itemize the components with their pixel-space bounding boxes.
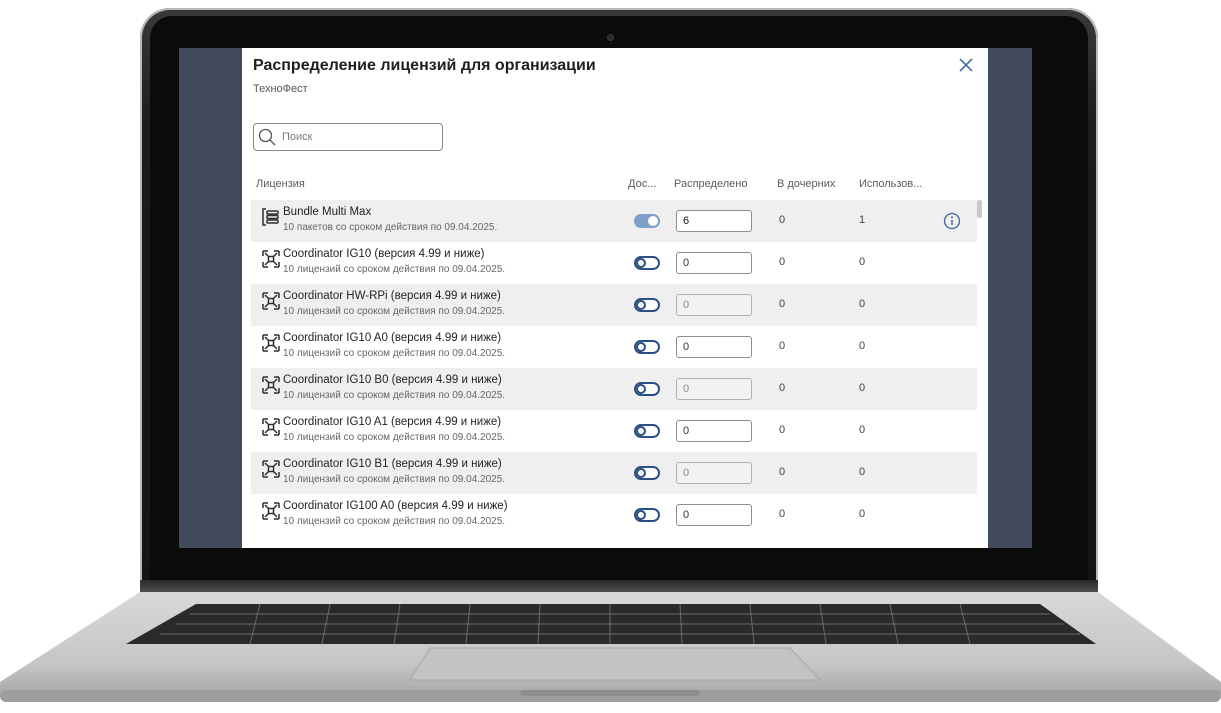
license-description: 10 лицензий со сроком действия по 09.04.… — [283, 432, 506, 443]
children-count: 0 — [779, 424, 786, 436]
info-button[interactable] — [943, 212, 961, 230]
coordinator-icon — [261, 333, 281, 353]
license-description: 10 лицензий со сроком действия по 09.04.… — [283, 348, 506, 359]
distributed-input[interactable] — [676, 252, 752, 274]
distributed-input[interactable] — [676, 294, 752, 316]
table-header: Лицензия Дос... Распределено В дочерних … — [242, 173, 982, 195]
license-description: 10 лицензий со сроком действия по 09.04.… — [283, 390, 506, 401]
license-name: Bundle Multi Max — [283, 206, 372, 218]
column-children[interactable]: В дочерних — [777, 178, 835, 190]
license-description: 10 лицензий со сроком действия по 09.04.… — [283, 264, 506, 275]
organization-name: ТехноФест — [253, 83, 308, 95]
table-row[interactable]: Coordinator IG10 B0 (версия 4.99 и ниже)… — [251, 368, 977, 410]
scrollbar[interactable] — [977, 200, 982, 548]
access-toggle[interactable] — [634, 214, 660, 228]
license-name: Coordinator IG100 A0 (версия 4.99 и ниже… — [283, 500, 508, 512]
table-row[interactable]: Coordinator IG10 A1 (версия 4.99 и ниже)… — [251, 410, 977, 452]
coordinator-icon — [261, 375, 281, 395]
access-toggle[interactable] — [634, 382, 660, 396]
children-count: 0 — [779, 508, 786, 520]
table-row[interactable]: Coordinator IG100 A0 (версия 4.99 и ниже… — [251, 494, 977, 536]
access-toggle[interactable] — [634, 298, 660, 312]
access-toggle[interactable] — [634, 508, 660, 522]
children-count: 0 — [779, 256, 786, 268]
search-input[interactable] — [282, 128, 432, 146]
children-count: 0 — [779, 214, 786, 226]
coordinator-icon — [261, 249, 281, 269]
used-count: 0 — [859, 340, 866, 352]
used-count: 0 — [859, 508, 866, 520]
access-toggle[interactable] — [634, 340, 660, 354]
license-name: Coordinator IG10 B1 (версия 4.99 и ниже) — [283, 458, 502, 470]
camera-icon — [607, 34, 614, 41]
license-description: 10 лицензий со сроком действия по 09.04.… — [283, 474, 506, 485]
bundle-icon — [261, 207, 281, 227]
distributed-input[interactable] — [676, 210, 752, 232]
scrollbar-thumb[interactable] — [977, 200, 982, 218]
laptop-base — [0, 590, 1221, 710]
license-table-body: Bundle Multi Max 10 пакетов со сроком дей… — [251, 200, 977, 548]
distributed-input[interactable] — [676, 462, 752, 484]
license-name: Coordinator IG10 (версия 4.99 и ниже) — [283, 248, 485, 260]
used-count: 0 — [859, 382, 866, 394]
children-count: 0 — [779, 340, 786, 352]
coordinator-icon — [261, 501, 281, 521]
info-icon — [943, 212, 961, 230]
license-description: 10 лицензий со сроком действия по 09.04.… — [283, 516, 506, 527]
coordinator-icon — [261, 417, 281, 437]
screen: Распределение лицензий для организации Т… — [179, 48, 1032, 548]
used-count: 0 — [859, 298, 866, 310]
license-distribution-dialog: Распределение лицензий для организации Т… — [242, 48, 988, 548]
table-row[interactable]: Bundle Multi Max 10 пакетов со сроком дей… — [251, 200, 977, 242]
license-name: Coordinator HW-RPi (версия 4.99 и ниже) — [283, 290, 501, 302]
distributed-input[interactable] — [676, 378, 752, 400]
license-description: 10 лицензий со сроком действия по 09.04.… — [283, 306, 506, 317]
children-count: 0 — [779, 466, 786, 478]
access-toggle[interactable] — [634, 424, 660, 438]
access-toggle[interactable] — [634, 466, 660, 480]
used-count: 0 — [859, 466, 866, 478]
close-button[interactable] — [955, 54, 977, 76]
children-count: 0 — [779, 298, 786, 310]
used-count: 1 — [859, 214, 866, 226]
table-row[interactable]: Coordinator IG10 (версия 4.99 и ниже) 10 … — [251, 242, 977, 284]
close-icon — [959, 58, 973, 72]
access-toggle[interactable] — [634, 256, 660, 270]
license-name: Coordinator IG10 B0 (версия 4.99 и ниже) — [283, 374, 502, 386]
license-name: Coordinator IG10 A0 (версия 4.99 и ниже) — [283, 332, 502, 344]
license-description: 10 пакетов со сроком действия по 09.04.2… — [283, 222, 498, 233]
column-used[interactable]: Использов... — [859, 178, 922, 190]
column-license[interactable]: Лицензия — [256, 178, 305, 190]
distributed-input[interactable] — [676, 336, 752, 358]
coordinator-icon — [261, 291, 281, 311]
search-field[interactable] — [253, 123, 443, 151]
table-row[interactable]: Coordinator IG10 B1 (версия 4.99 и ниже)… — [251, 452, 977, 494]
dialog-title: Распределение лицензий для организации — [253, 57, 596, 74]
table-row[interactable]: Coordinator HW-RPi (версия 4.99 и ниже) 1… — [251, 284, 977, 326]
table-row[interactable]: Coordinator IG10 A0 (версия 4.99 и ниже)… — [251, 326, 977, 368]
coordinator-icon — [261, 459, 281, 479]
license-name: Coordinator IG10 A1 (версия 4.99 и ниже) — [283, 416, 502, 428]
search-icon — [258, 128, 276, 146]
used-count: 0 — [859, 424, 866, 436]
column-distributed[interactable]: Распределено — [674, 178, 747, 190]
distributed-input[interactable] — [676, 420, 752, 442]
used-count: 0 — [859, 256, 866, 268]
children-count: 0 — [779, 382, 786, 394]
column-access[interactable]: Дос... — [628, 178, 656, 190]
distributed-input[interactable] — [676, 504, 752, 526]
